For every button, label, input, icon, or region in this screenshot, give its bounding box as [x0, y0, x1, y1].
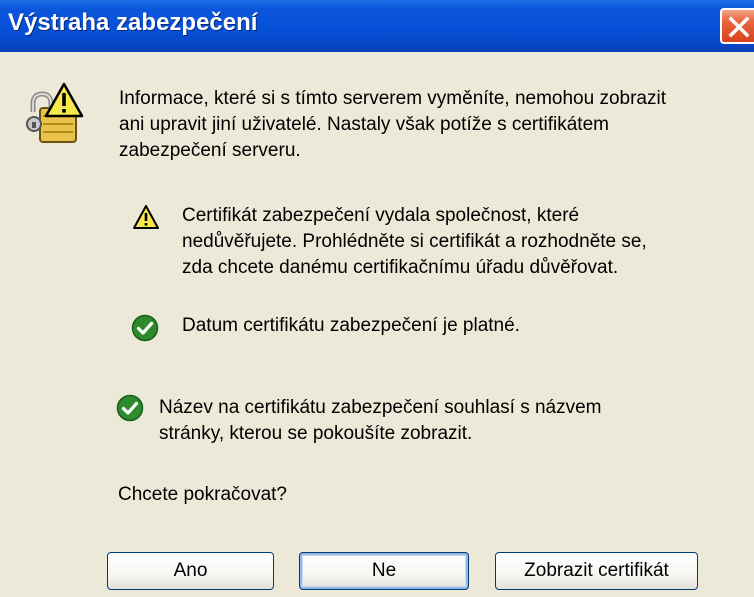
item-line: Název na certifikátu zabezpečení souhlas…	[159, 397, 602, 418]
item-line: zda chcete danému certifikačnímu úřadu d…	[182, 257, 619, 278]
intro-text: Informace, které si s tímto serverem vym…	[119, 86, 739, 164]
title-bar[interactable]: Výstraha zabezpečení	[0, 0, 754, 52]
check-icon	[116, 394, 144, 422]
dialog-title: Výstraha zabezpečení	[8, 9, 258, 36]
intro-line: ani upravit jiní uživatelé. Nastaly však…	[119, 114, 609, 135]
warning-icon	[133, 205, 159, 229]
close-icon	[728, 16, 750, 38]
yes-button[interactable]: Ano	[107, 552, 274, 590]
intro-line: zabezpečení serveru.	[119, 140, 301, 161]
status-item-warning: Certifikát zabezpečení vydala společnost…	[182, 203, 647, 281]
view-certificate-button[interactable]: Zobrazit certifikát	[495, 552, 698, 590]
item-line: stránky, kterou se pokoušíte zobrazit.	[159, 423, 473, 444]
item-line: Certifikát zabezpečení vydala společnost…	[182, 205, 580, 226]
close-button[interactable]	[720, 8, 754, 44]
security-lock-warning-icon	[26, 82, 84, 143]
security-alert-dialog: Výstraha zabezpečení Informace, které si…	[0, 0, 754, 597]
status-item-date: Datum certifikátu zabezpečení je platné.	[182, 313, 520, 339]
check-icon	[131, 314, 159, 342]
question-text: Chcete pokračovat?	[118, 484, 287, 505]
status-item-name: Název na certifikátu zabezpečení souhlas…	[159, 395, 602, 447]
intro-line: Informace, které si s tímto serverem vym…	[119, 88, 666, 109]
no-button[interactable]: Ne	[299, 552, 469, 590]
item-line: nedůvěřujete. Prohlédněte si certifikát …	[182, 231, 647, 252]
item-line: Datum certifikátu zabezpečení je platné.	[182, 315, 520, 336]
